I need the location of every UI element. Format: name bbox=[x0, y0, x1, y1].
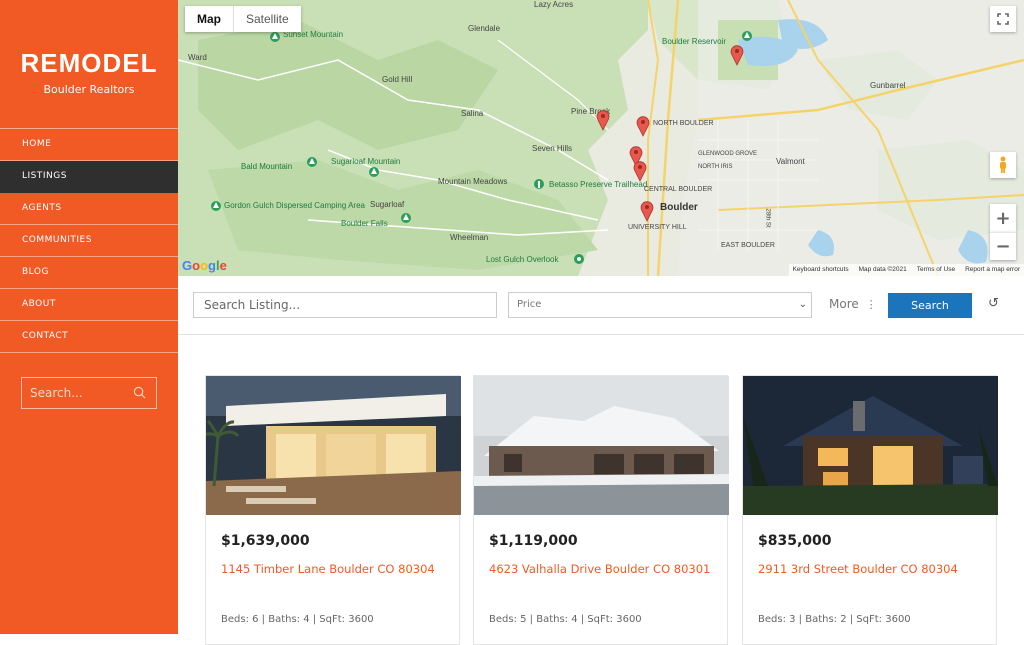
chevron-down-icon: ⌄ bbox=[798, 299, 807, 310]
search-icon[interactable] bbox=[133, 386, 146, 399]
price-select[interactable]: Price ⌄ bbox=[508, 292, 812, 318]
tagline: Boulder Realtors bbox=[43, 83, 135, 96]
price-select-label: Price bbox=[517, 299, 542, 310]
map[interactable]: Lazy Acres Glendale Ward Sunset Mountain… bbox=[178, 0, 1024, 276]
map-label-ward: Ward bbox=[188, 53, 207, 62]
sidebar-search-placeholder: Search... bbox=[30, 386, 83, 400]
reset-icon[interactable]: ↺ bbox=[988, 296, 999, 311]
nav-item-home[interactable]: HOME bbox=[0, 129, 178, 161]
map-label-north-iris: NORTH IRIS bbox=[698, 164, 733, 170]
listing-price: $1,119,000 bbox=[489, 533, 578, 549]
listing-details: Beds: 6 | Baths: 4 | SqFt: 3600 bbox=[221, 614, 374, 625]
viewpoint-icon bbox=[574, 254, 584, 264]
map-label-glendale: Glendale bbox=[468, 24, 501, 33]
main-nav: HOME LISTINGS AGENTS COMMUNITIES BLOG AB… bbox=[0, 128, 178, 353]
park-icon bbox=[307, 157, 317, 167]
zoom-in-button[interactable]: + bbox=[990, 204, 1016, 232]
minus-icon: − bbox=[995, 236, 1011, 257]
map-label-28th-st: 28th St bbox=[764, 208, 771, 228]
nav-item-listings[interactable]: LISTINGS bbox=[0, 161, 178, 193]
map-label-gordon-gulch: Gordon Gulch Dispersed Camping Area bbox=[224, 201, 365, 210]
map-label-lazy-acres: Lazy Acres bbox=[534, 0, 574, 9]
keyboard-shortcuts-link[interactable]: Keyboard shortcuts bbox=[793, 264, 849, 276]
listing-search-input[interactable]: Search Listing... bbox=[193, 292, 497, 318]
listing-price: $1,639,000 bbox=[221, 533, 310, 549]
logo[interactable]: REMODEL bbox=[0, 48, 178, 79]
listing-pin-icon[interactable] bbox=[730, 44, 744, 66]
map-footer: Keyboard shortcuts Map data ©2021 Terms … bbox=[788, 264, 1024, 276]
listing-photo[interactable] bbox=[206, 376, 461, 515]
listing-card[interactable]: $1,639,000 1145 Timber Lane Boulder CO 8… bbox=[205, 375, 461, 645]
park-icon bbox=[211, 201, 221, 211]
plus-icon: + bbox=[995, 207, 1011, 229]
map-background bbox=[178, 0, 1024, 276]
more-vert-icon: ⋮ bbox=[865, 298, 877, 311]
map-data-label: Map data ©2021 bbox=[858, 266, 907, 273]
map-label-mountain-meadows: Mountain Meadows bbox=[438, 177, 508, 186]
listing-details: Beds: 5 | Baths: 4 | SqFt: 3600 bbox=[489, 614, 642, 625]
nav-item-agents[interactable]: AGENTS bbox=[0, 193, 178, 225]
listing-pin-icon[interactable] bbox=[596, 109, 610, 131]
brand: REMODEL Boulder Realtors bbox=[0, 0, 178, 96]
map-label-gold-hill: Gold Hill bbox=[382, 75, 413, 84]
fullscreen-icon bbox=[997, 13, 1009, 25]
map-label-sugarloaf-mountain: Sugarloaf Mountain bbox=[331, 157, 401, 166]
listings-grid: $1,639,000 1145 Timber Lane Boulder CO 8… bbox=[178, 335, 1024, 645]
map-label-salina: Salina bbox=[461, 109, 484, 118]
park-icon bbox=[270, 32, 280, 42]
more-label: More bbox=[829, 297, 859, 311]
nav-item-contact[interactable]: CONTACT bbox=[0, 321, 178, 353]
park-icon bbox=[401, 213, 411, 223]
search-button[interactable]: Search bbox=[888, 293, 972, 318]
map-label-gunbarrel: Gunbarrel bbox=[870, 81, 906, 90]
listing-pin-icon[interactable] bbox=[636, 115, 650, 137]
map-label-boulder-reservoir: Boulder Reservoir bbox=[662, 37, 727, 46]
sidebar: REMODEL Boulder Realtors HOME LISTINGS A… bbox=[0, 0, 178, 634]
listing-address-link[interactable]: 1145 Timber Lane Boulder CO 80304 bbox=[221, 561, 449, 578]
map-label-university-hill: UNIVERSITY HILL bbox=[628, 224, 687, 231]
map-label-glenwood-grove: GLENWOOD GROVE bbox=[698, 151, 758, 157]
listing-card[interactable]: $1,119,000 4623 Valhalla Drive Boulder C… bbox=[473, 375, 729, 645]
filter-bar: Search Listing... Price ⌄ More ⋮ Search … bbox=[178, 276, 1024, 335]
park-icon bbox=[742, 31, 752, 41]
map-label-seven-hills: Seven Hills bbox=[532, 144, 573, 153]
listing-address-link[interactable]: 4623 Valhalla Drive Boulder CO 80301 bbox=[489, 561, 717, 578]
sidebar-search-input[interactable]: Search... bbox=[21, 377, 157, 409]
map-type-map-button[interactable]: Map bbox=[185, 6, 234, 32]
google-logo[interactable]: Google bbox=[182, 258, 227, 273]
listing-pin-icon[interactable] bbox=[633, 160, 647, 182]
listing-photo[interactable] bbox=[474, 376, 729, 515]
map-label-wheelman: Wheelman bbox=[450, 233, 489, 242]
map-label-valmont: Valmont bbox=[776, 157, 805, 166]
hiking-icon bbox=[534, 179, 544, 189]
map-label-central-boulder: CENTRAL BOULDER bbox=[644, 186, 713, 193]
zoom-out-button[interactable]: − bbox=[990, 232, 1016, 260]
listing-card[interactable]: $835,000 2911 3rd Street Boulder CO 8030… bbox=[742, 375, 998, 645]
map-label-boulder-falls: Boulder Falls bbox=[341, 219, 388, 228]
nav-item-about[interactable]: ABOUT bbox=[0, 289, 178, 321]
more-filters-button[interactable]: More ⋮ bbox=[829, 297, 877, 311]
listing-photo[interactable] bbox=[743, 376, 998, 515]
map-label-boulder: Boulder bbox=[660, 202, 698, 213]
map-type-satellite-button[interactable]: Satellite bbox=[234, 6, 301, 32]
nav-item-communities[interactable]: COMMUNITIES bbox=[0, 225, 178, 257]
fullscreen-button[interactable] bbox=[990, 6, 1016, 32]
listing-address-link[interactable]: 2911 3rd Street Boulder CO 80304 bbox=[758, 561, 986, 578]
map-label-sugarloaf: Sugarloaf bbox=[370, 200, 405, 209]
listing-price: $835,000 bbox=[758, 533, 832, 549]
map-type-control: Map Satellite bbox=[185, 6, 301, 32]
listing-details: Beds: 3 | Baths: 2 | SqFt: 3600 bbox=[758, 614, 911, 625]
map-label-east-boulder: EAST BOULDER bbox=[721, 242, 775, 249]
listing-pin-icon[interactable] bbox=[640, 200, 654, 222]
terms-link[interactable]: Terms of Use bbox=[917, 264, 955, 276]
map-label-bald-mountain: Bald Mountain bbox=[241, 162, 293, 171]
park-icon bbox=[369, 167, 379, 177]
map-label-lost-gulch: Lost Gulch Overlook bbox=[486, 255, 559, 264]
map-label-north-boulder: NORTH BOULDER bbox=[653, 120, 714, 127]
report-error-link[interactable]: Report a map error bbox=[965, 264, 1020, 276]
pegman-icon bbox=[1000, 156, 1006, 173]
nav-item-blog[interactable]: BLOG bbox=[0, 257, 178, 289]
street-view-button[interactable] bbox=[990, 152, 1016, 178]
